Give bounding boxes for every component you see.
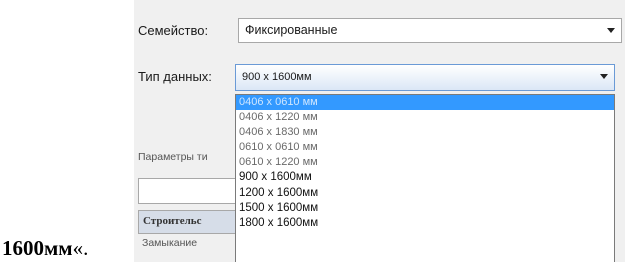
dropdown-option[interactable]: 900 x 1600мм — [236, 170, 614, 185]
dropdown-option[interactable]: 0610 x 0610 мм — [236, 140, 614, 155]
dropdown-options: 0406 x 0610 мм 0406 x 1220 мм 0406 x 1830 … — [236, 95, 614, 231]
chevron-down-icon[interactable] — [600, 74, 608, 79]
dropdown-option[interactable]: 0610 x 1220 мм — [236, 155, 614, 170]
dropdown-option[interactable]: 1800 x 1600мм — [236, 216, 614, 231]
family-label: Семейство: — [138, 23, 209, 38]
family-select-value: Фиксированные — [245, 23, 338, 37]
type-dropdown-list: 0406 x 0610 мм 0406 x 1220 мм 0406 x 1830 … — [235, 94, 615, 262]
family-select[interactable]: Фиксированные — [238, 18, 622, 43]
body-text-rest: «. — [72, 236, 89, 260]
table-row-closure: Замыкание — [142, 237, 198, 249]
chevron-down-icon[interactable] — [607, 28, 615, 33]
dropdown-option[interactable]: 0406 x 0610 мм — [236, 95, 614, 111]
body-text-fragment: 1600мм«. — [2, 236, 88, 261]
type-parameters-label: Параметры ти — [138, 151, 208, 163]
type-label: Тип данных: — [138, 69, 212, 84]
type-select[interactable]: 900 x 1600мм — [235, 64, 615, 91]
dropdown-option[interactable]: 1200 x 1600мм — [236, 186, 614, 201]
type-select-value: 900 x 1600мм — [242, 71, 312, 83]
dropdown-option[interactable]: 0406 x 1830 мм — [236, 125, 614, 140]
body-text-bold: 1600мм — [2, 236, 73, 260]
dropdown-option[interactable]: 0406 x 1220 мм — [236, 110, 614, 125]
dropdown-option[interactable]: 1500 x 1600мм — [236, 201, 614, 216]
